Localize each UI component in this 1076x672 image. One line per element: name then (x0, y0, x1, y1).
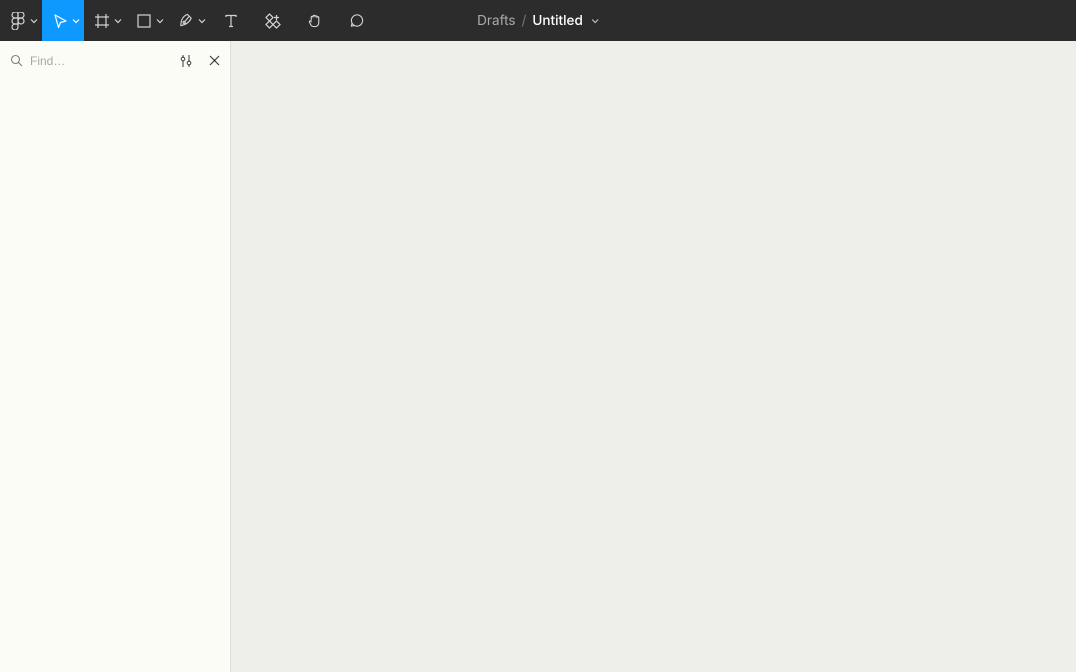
text-tool-button[interactable] (210, 0, 252, 41)
shape-tool-button[interactable] (126, 0, 168, 41)
comment-icon (349, 13, 365, 29)
search-icon (8, 53, 24, 69)
cursor-icon (52, 13, 68, 29)
close-search-button[interactable] (206, 53, 222, 69)
figma-logo-icon (10, 13, 26, 29)
filter-settings-button[interactable] (178, 53, 194, 69)
hand-tool-button[interactable] (294, 0, 336, 41)
chevron-down-icon (156, 17, 164, 25)
document-menu-chevron[interactable] (591, 17, 599, 25)
pen-tool-button[interactable] (168, 0, 210, 41)
chevron-down-icon (30, 17, 38, 25)
search-bar (0, 41, 230, 81)
frame-tool-button[interactable] (84, 0, 126, 41)
rectangle-icon (136, 13, 152, 29)
main-menu-button[interactable] (0, 0, 42, 41)
resources-icon (265, 13, 281, 29)
comment-tool-button[interactable] (336, 0, 378, 41)
toolbar-left-group (0, 0, 378, 41)
left-sidebar (0, 41, 231, 672)
breadcrumb-separator: / (522, 13, 527, 29)
search-input[interactable] (30, 54, 178, 68)
search-actions (178, 53, 222, 69)
text-icon (223, 13, 239, 29)
chevron-down-icon (72, 17, 80, 25)
canvas[interactable] (231, 41, 1076, 672)
hand-icon (307, 13, 323, 29)
pen-icon (178, 13, 194, 29)
breadcrumb-drafts-link[interactable]: Drafts (477, 13, 515, 29)
chevron-down-icon (198, 17, 206, 25)
move-tool-button[interactable] (42, 0, 84, 41)
chevron-down-icon (114, 17, 122, 25)
resources-tool-button[interactable] (252, 0, 294, 41)
main-toolbar: Drafts / Untitled (0, 0, 1076, 41)
breadcrumb: Drafts / Untitled (477, 13, 599, 29)
content-area (0, 41, 1076, 672)
frame-icon (94, 13, 110, 29)
document-title[interactable]: Untitled (532, 13, 582, 29)
